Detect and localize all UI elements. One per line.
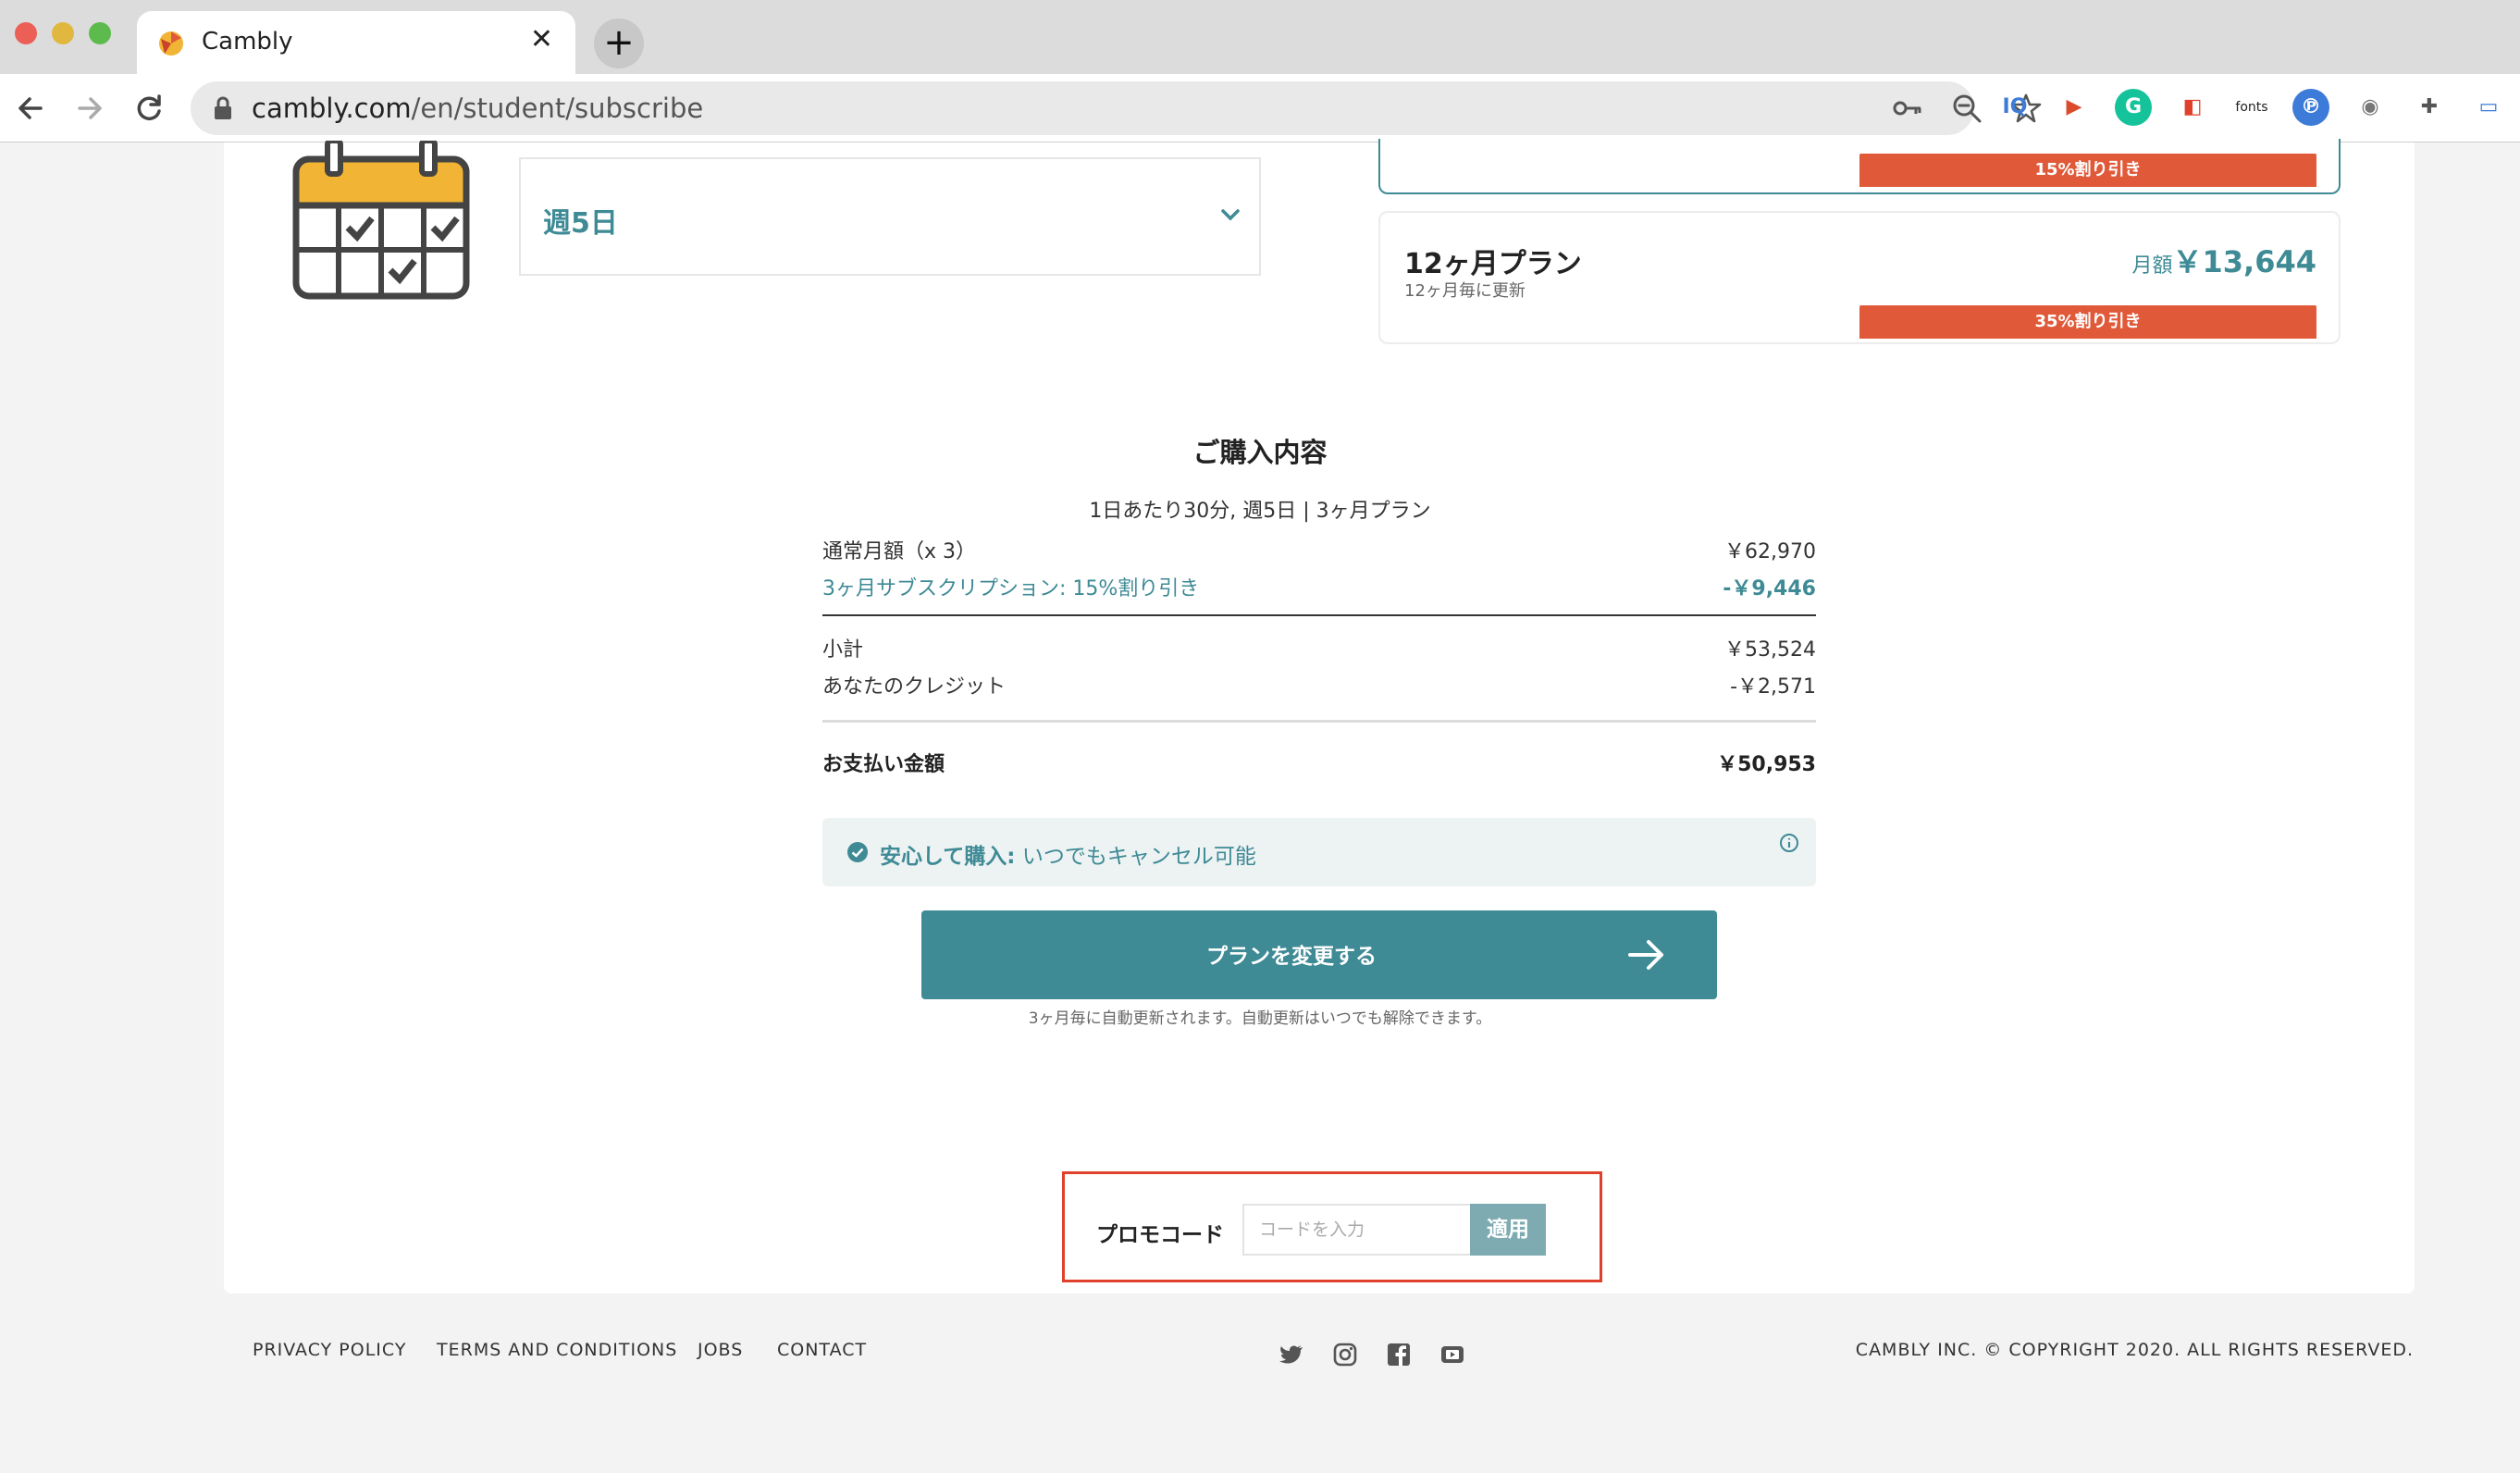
guarantee-bold: 安心して購入: xyxy=(880,845,1016,869)
apply-promo-button[interactable]: 適用 xyxy=(1470,1204,1546,1256)
auto-renew-note: 3ヶ月毎に自動更新されます。自動更新はいつでも解除できます。 xyxy=(1028,1009,1492,1028)
discount-badge: 35%割り引き xyxy=(1859,305,2316,339)
paraphrase-extension-icon[interactable]: ℗ xyxy=(2292,89,2329,126)
password-key-icon[interactable] xyxy=(1891,92,1924,125)
privacy-policy-link[interactable]: PRIVACY POLICY xyxy=(253,1340,406,1360)
back-arrow-icon[interactable] xyxy=(13,91,48,126)
discount-badge: 15%割り引き xyxy=(1859,154,2316,187)
youtube-icon[interactable] xyxy=(1439,1342,1465,1368)
row-value: ￥53,524 xyxy=(1724,638,1816,662)
info-icon[interactable] xyxy=(1779,833,1799,853)
row-label: あなたのクレジット xyxy=(822,675,1007,699)
grammarly-extension-icon[interactable]: G xyxy=(2115,89,2152,126)
puzzle-extensions-icon[interactable]: ✚ xyxy=(2411,89,2448,126)
new-tab-button[interactable]: + xyxy=(594,19,644,68)
summary-row-discount: 3ヶ月サブスクリプション: 15%割り引き -￥9,446 xyxy=(822,572,1816,600)
chevron-down-icon xyxy=(1221,209,1240,221)
check-circle-icon xyxy=(847,842,868,862)
copyright-text: CAMBLY INC. © COPYRIGHT 2020. ALL RIGHTS… xyxy=(1855,1340,2414,1360)
promo-code-label: プロモコード xyxy=(1096,1223,1224,1247)
plan-price: 月額￥13,644 xyxy=(2131,239,2316,281)
terms-link[interactable]: TERMS AND CONDITIONS xyxy=(437,1340,677,1360)
summary-row-credit: あなたのクレジット -￥2,571 xyxy=(822,670,1816,699)
lock-icon xyxy=(215,96,231,119)
jobs-link[interactable]: JOBS xyxy=(698,1340,743,1360)
plan-price-unit: 月額 xyxy=(2131,254,2173,278)
row-label: 小計 xyxy=(822,638,864,662)
plan-card-12-month[interactable]: 12ヶ月プラン 12ヶ月毎に更新 月額￥13,644 35%割り引き xyxy=(1378,211,2341,344)
summary-row-subtotal: 小計 ￥53,524 xyxy=(822,633,1816,662)
promo-code-input[interactable] xyxy=(1242,1204,1470,1256)
browser-toolbar: cambly.com/en/student/subscribe IQ ▶ G ◧… xyxy=(0,74,2520,142)
summary-divider xyxy=(822,614,1816,616)
summary-title: ご購入内容 xyxy=(1192,437,1328,468)
cast-screen-icon[interactable]: ▭ xyxy=(2470,89,2507,126)
summary-subtitle: 1日あたり30分, 週5日 | 3ヶ月プラン xyxy=(1089,500,1431,523)
summary-divider xyxy=(822,720,1816,723)
close-window-button[interactable] xyxy=(15,22,37,44)
minimize-window-button[interactable] xyxy=(52,22,74,44)
calendar-icon xyxy=(292,141,470,300)
forward-arrow-icon[interactable] xyxy=(72,91,107,126)
browser-tab[interactable]: Cambly ✕ xyxy=(137,11,575,74)
camera-extension-icon[interactable]: ◉ xyxy=(2352,89,2389,126)
row-value: -￥2,571 xyxy=(1730,675,1816,699)
iq-extension-icon[interactable]: IQ xyxy=(1996,89,2033,126)
arrow-right-icon xyxy=(1628,940,1663,970)
reload-icon[interactable] xyxy=(131,91,167,126)
change-plan-button[interactable]: プランを変更する xyxy=(921,910,1717,999)
change-plan-label: プランを変更する xyxy=(1206,945,1377,969)
page-extension-icon[interactable]: ◧ xyxy=(2174,89,2211,126)
close-tab-icon[interactable]: ✕ xyxy=(530,24,553,56)
cancel-anytime-banner: 安心して購入: いつでもキャンセル可能 xyxy=(822,818,1816,886)
zoom-out-icon[interactable] xyxy=(1950,92,1983,125)
frequency-value: 週5日 xyxy=(543,207,618,240)
url-path: /en/student/subscribe xyxy=(411,93,704,124)
frequency-select[interactable]: 週5日 xyxy=(519,157,1261,276)
fonts-extension-icon[interactable]: fonts xyxy=(2233,89,2270,126)
address-bar[interactable]: cambly.com/en/student/subscribe xyxy=(191,81,2042,135)
row-label: お支払い金額 xyxy=(822,753,945,776)
row-label: 3ヶ月サブスクリプション: 15%割り引き xyxy=(822,577,1200,600)
plan-card-3-month[interactable]: 15%割り引き xyxy=(1378,139,2341,194)
url-host: cambly.com xyxy=(252,93,412,124)
instagram-icon[interactable] xyxy=(1332,1342,1358,1368)
row-value: ￥50,953 xyxy=(1717,753,1816,776)
maximize-window-button[interactable] xyxy=(89,22,111,44)
plan-name: 12ヶ月プラン xyxy=(1404,248,1582,280)
plan-price-amount: ￥13,644 xyxy=(2172,244,2317,279)
guarantee-text: 安心して購入: いつでもキャンセル可能 xyxy=(880,838,1256,870)
plan-renewal-text: 12ヶ月毎に更新 xyxy=(1404,281,1526,301)
row-value: -￥9,446 xyxy=(1723,577,1816,600)
promo-code-section: プロモコード 適用 xyxy=(1062,1171,1602,1282)
cast-extension-icon[interactable]: ▶ xyxy=(2056,89,2093,126)
guarantee-detail: いつでもキャンセル可能 xyxy=(1015,845,1256,869)
twitter-icon[interactable] xyxy=(1279,1342,1304,1368)
url-text: cambly.com/en/student/subscribe xyxy=(252,93,703,124)
tab-title: Cambly xyxy=(202,28,293,56)
summary-row-total: お支払い金額 ￥50,953 xyxy=(822,748,1816,776)
row-value: ￥62,970 xyxy=(1724,540,1816,563)
browser-tab-bar: Cambly ✕ + xyxy=(0,0,2520,74)
cambly-favicon-icon xyxy=(159,31,183,56)
summary-row-regular: 通常月額（x 3） ￥62,970 xyxy=(822,535,1816,563)
contact-link[interactable]: CONTACT xyxy=(777,1340,867,1360)
facebook-icon[interactable] xyxy=(1386,1342,1412,1368)
row-label: 通常月額（x 3） xyxy=(822,540,977,563)
